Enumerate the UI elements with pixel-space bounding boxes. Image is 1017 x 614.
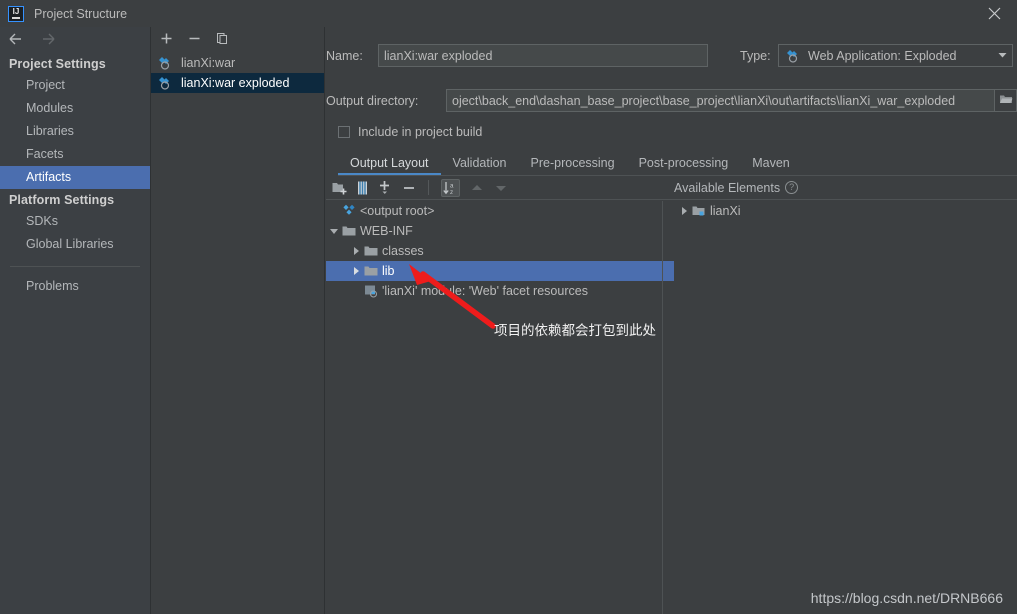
facet-resources-icon <box>363 284 379 298</box>
folder-icon <box>341 225 357 237</box>
sidebar-item-global-libraries[interactable]: Global Libraries <box>0 233 150 256</box>
twisty-collapsed-icon[interactable] <box>676 206 691 216</box>
tree-row-label: 'lianXi' module: 'Web' facet resources <box>382 284 588 298</box>
artifact-list-panel: lianXi:war lianXi:war exploded <box>150 27 325 614</box>
artifact-list-item-war-exploded[interactable]: lianXi:war exploded <box>151 73 324 93</box>
tab-post-processing[interactable]: Post-processing <box>627 156 741 175</box>
sort-az-icon[interactable]: a z <box>441 178 460 197</box>
tree-splitter[interactable] <box>662 201 663 614</box>
minus-icon[interactable] <box>402 181 416 195</box>
include-in-build-label: Include in project build <box>358 125 483 139</box>
navigation-arrows <box>0 27 150 53</box>
artifact-root-icon <box>341 204 357 218</box>
sidebar-item-sdks[interactable]: SDKs <box>0 210 150 233</box>
arrow-up-icon[interactable] <box>470 182 484 194</box>
artifact-list-item-war[interactable]: lianXi:war <box>151 53 324 73</box>
project-structure-dialog: Project Structure Project Settings Proje… <box>0 0 1017 614</box>
tree-row[interactable]: lianXi <box>671 201 1017 221</box>
copy-icon[interactable] <box>216 32 229 48</box>
sidebar-item-project[interactable]: Project <box>0 74 150 97</box>
sidebar-item-facets[interactable]: Facets <box>0 143 150 166</box>
folder-icon <box>363 245 379 257</box>
title-bar: Project Structure <box>0 0 1017 27</box>
twisty-expanded-icon[interactable] <box>326 226 341 236</box>
help-icon[interactable]: ? <box>785 181 799 194</box>
artifact-icon <box>156 76 172 90</box>
tab-maven[interactable]: Maven <box>740 156 802 175</box>
tree-row-label: lib <box>382 264 395 278</box>
tab-validation[interactable]: Validation <box>441 156 519 175</box>
tree-row[interactable]: classes <box>326 241 662 261</box>
toolbar-separator <box>428 180 429 195</box>
archive-icon[interactable] <box>357 181 368 195</box>
tree-row-label: WEB-INF <box>360 224 413 238</box>
plus-dropdown-icon[interactable] <box>378 180 392 195</box>
chevron-down-icon <box>997 49 1008 63</box>
tree-row-label: lianXi <box>710 204 741 218</box>
new-folder-icon[interactable] <box>332 181 347 195</box>
svg-text:z: z <box>450 189 453 195</box>
tree-row[interactable]: WEB-INF <box>326 221 662 241</box>
output-layout-toolbar-row: a z Available Elements ? <box>326 176 1017 199</box>
arrow-right-icon[interactable] <box>40 32 58 49</box>
window-title: Project Structure <box>34 6 128 21</box>
folder-open-icon <box>999 93 1013 108</box>
plus-icon[interactable] <box>160 32 173 48</box>
include-in-build-checkbox[interactable] <box>338 126 350 138</box>
arrow-left-icon[interactable] <box>8 32 26 49</box>
include-in-build-row[interactable]: Include in project build <box>338 125 482 139</box>
artifact-detail-panel: Name: lianXi:war exploded Type: Web Appl… <box>326 27 1017 614</box>
tree-row[interactable]: lib <box>326 261 674 281</box>
sidebar-group-platform-settings: Platform Settings <box>9 193 115 207</box>
available-elements-label: Available Elements <box>674 180 781 195</box>
type-dropdown[interactable]: Web Application: Exploded <box>778 44 1013 67</box>
sidebar-item-artifacts[interactable]: Artifacts <box>0 166 150 189</box>
tree-row-label: classes <box>382 244 424 258</box>
twisty-collapsed-icon[interactable] <box>348 266 363 276</box>
toolbar-underline <box>326 199 1017 200</box>
artifact-list-toolbar <box>151 27 324 53</box>
settings-sidebar: Project Settings Project Modules Librari… <box>0 27 150 614</box>
intellij-idea-icon <box>8 5 24 22</box>
name-type-row: Name: lianXi:war exploded Type: Web Appl… <box>326 44 1017 67</box>
type-label: Type: <box>740 48 771 63</box>
artifact-icon <box>156 56 172 70</box>
sidebar-group-project-settings: Project Settings <box>9 57 106 71</box>
sidebar-item-libraries[interactable]: Libraries <box>0 120 150 143</box>
close-icon[interactable] <box>972 0 1017 27</box>
output-layout-tree: <output root> WEB-INF classes lib 'lianX… <box>326 201 674 301</box>
detail-tabs: Output Layout Validation Pre-processing … <box>338 151 1017 176</box>
module-icon <box>691 205 707 218</box>
annotation-text: 项目的依赖都会打包到此处 <box>494 323 656 339</box>
artifact-icon <box>784 49 800 63</box>
output-layout-toolbar: a z <box>326 176 662 199</box>
browse-directory-button[interactable] <box>995 89 1017 112</box>
tree-row-label: <output root> <box>360 204 435 218</box>
sidebar-divider <box>10 266 140 267</box>
artifact-item-label: lianXi:war <box>181 56 236 70</box>
artifact-item-label: lianXi:war exploded <box>181 76 290 90</box>
minus-icon[interactable] <box>188 32 201 48</box>
output-directory-label: Output directory: <box>326 93 419 108</box>
sidebar-item-modules[interactable]: Modules <box>0 97 150 120</box>
folder-icon <box>363 265 379 277</box>
tab-pre-processing[interactable]: Pre-processing <box>519 156 627 175</box>
available-elements-tree: lianXi <box>671 201 1017 221</box>
sidebar-item-problems[interactable]: Problems <box>0 275 150 298</box>
tab-output-layout[interactable]: Output Layout <box>338 156 441 175</box>
arrow-down-icon[interactable] <box>494 182 508 194</box>
tree-row[interactable]: 'lianXi' module: 'Web' facet resources <box>326 281 662 301</box>
name-label: Name: <box>326 48 363 63</box>
output-directory-input[interactable]: oject\back_end\dashan_base_project\base_… <box>446 89 995 112</box>
twisty-collapsed-icon[interactable] <box>348 246 363 256</box>
name-input[interactable]: lianXi:war exploded <box>378 44 708 67</box>
available-elements-header: Available Elements ? <box>674 176 799 199</box>
tree-row[interactable]: <output root> <box>326 201 662 221</box>
watermark: https://blog.csdn.net/DRNB666 <box>810 590 1003 606</box>
output-directory-row: Output directory: oject\back_end\dashan_… <box>326 89 1017 112</box>
type-dropdown-value: Web Application: Exploded <box>808 48 957 63</box>
